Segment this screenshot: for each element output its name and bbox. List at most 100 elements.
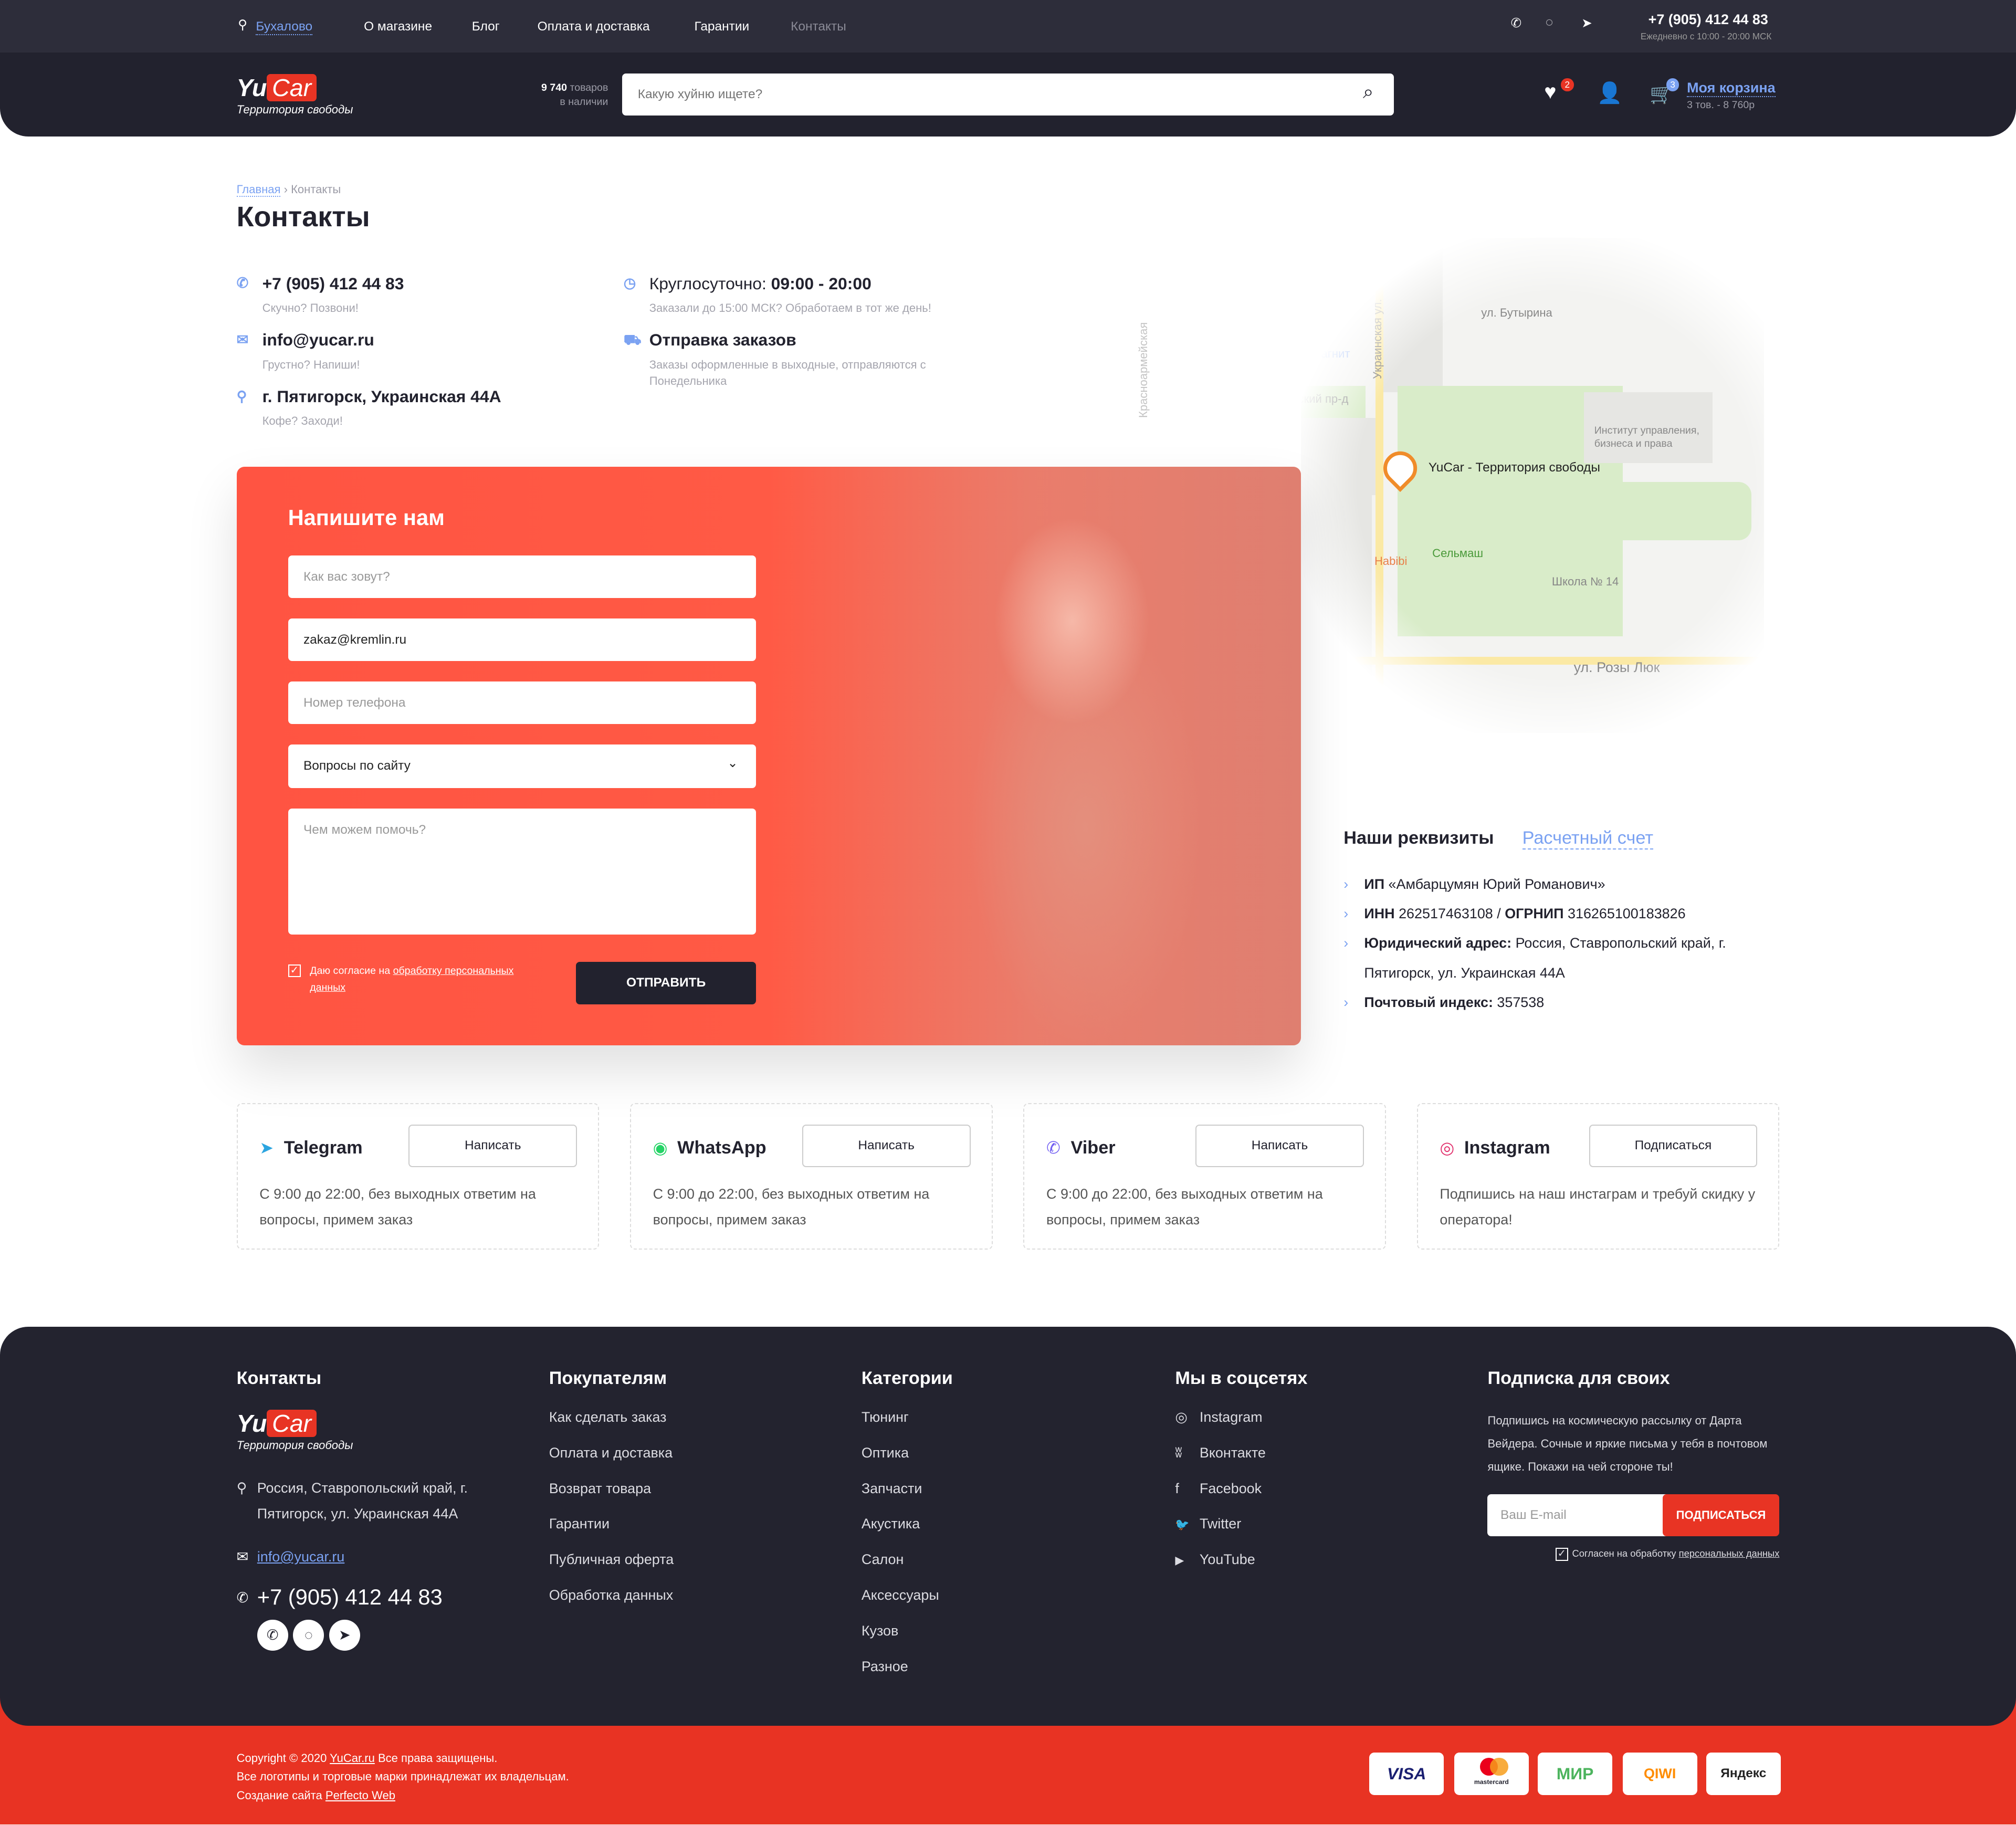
stock-count: 9 740 товаров в наличии xyxy=(541,82,608,108)
social-twitter[interactable]: 🐦 Twitter xyxy=(1175,1516,1307,1551)
twitter-icon: 🐦 xyxy=(1175,1518,1190,1532)
footer-link[interactable]: Гарантии xyxy=(549,1516,674,1551)
instagram-icon: ◎ xyxy=(1440,1138,1455,1157)
search-icon[interactable]: ⌕ xyxy=(1363,81,1374,103)
main-header: Yu Car Территория свободы 9 740 товаров в н… xyxy=(0,53,2016,137)
cart-link[interactable]: Моя корзина xyxy=(1687,80,1776,97)
subscribe-consent[interactable]: ✓ Согласен на обработку персональных данн… xyxy=(1487,1548,1779,1561)
subscribe-button[interactable]: ПОДПИСАТЬСЯ xyxy=(1662,1494,1780,1537)
nav-delivery[interactable]: Оплата и доставка xyxy=(538,19,650,34)
email-link[interactable]: info@yucar.ru xyxy=(262,330,374,349)
wishlist-icon[interactable]: ♥ xyxy=(1544,81,1556,104)
location-icon: ⚲ xyxy=(236,1480,247,1496)
footer-phone[interactable]: +7 (905) 412 44 83 xyxy=(257,1585,443,1609)
nav-blog[interactable]: Блог xyxy=(472,19,500,34)
footer-email[interactable]: info@yucar.ru xyxy=(257,1549,345,1565)
qiwi-logo: QIWI xyxy=(1622,1752,1697,1795)
header-hours: Ежедневно с 10:00 - 20:00 МСК xyxy=(1640,30,1772,41)
footer-link[interactable]: Публичная оферта xyxy=(549,1551,674,1587)
viber-icon[interactable]: ✆ xyxy=(1511,15,1522,31)
email-input[interactable]: zakaz@kremlin.ru xyxy=(288,618,756,661)
social-facebook[interactable]: f Facebook xyxy=(1175,1481,1307,1516)
copyright: Copyright © 2020 YuCar.ru Все права защи… xyxy=(236,1751,569,1802)
phone-input[interactable]: Номер телефона xyxy=(288,681,756,724)
category-link[interactable]: Кузов xyxy=(862,1623,953,1659)
mir-logo: МИР xyxy=(1538,1752,1613,1795)
user-icon[interactable]: 👤 xyxy=(1597,81,1623,105)
telegram-icon[interactable]: ➤ xyxy=(1581,15,1592,31)
header-phone[interactable]: +7 (905) 412 44 83 xyxy=(1648,12,1768,28)
logo[interactable]: Yu Car Территория свободы xyxy=(237,74,353,117)
map[interactable]: ул. Бутырина Майский пр-д Украинская ул.… xyxy=(1301,238,1764,733)
truck-icon: ⛟ xyxy=(623,331,642,348)
consent-checkbox[interactable]: ✓ Даю согласие на обработку персональных… xyxy=(288,963,552,997)
city-selector[interactable]: Бухалово xyxy=(256,19,313,35)
mail-icon: ✉ xyxy=(236,1549,249,1565)
contact-form: Напишите нам Как вас зовут? zakaz@kremli… xyxy=(236,466,1301,1046)
telegram-icon: ➤ xyxy=(259,1138,274,1157)
vk-icon: ʬ xyxy=(1175,1444,1182,1461)
tab-requisites[interactable]: Наши реквизиты xyxy=(1343,828,1494,848)
footer-logo[interactable]: Yu Car Территория свободы xyxy=(237,1409,507,1452)
contact-phone: ✆ +7 (905) 412 44 83 Скучно? Позвони! xyxy=(236,274,404,314)
telegram-write-button[interactable]: Написать xyxy=(408,1125,578,1168)
footer: Контакты Yu Car Территория свободы ⚲ Россия… xyxy=(0,1327,2016,1726)
footer-categories-title: Категории xyxy=(861,1368,953,1388)
footer-link[interactable]: Оплата и доставка xyxy=(549,1445,674,1481)
whatsapp-icon[interactable]: ◌ xyxy=(293,1620,324,1651)
page-title: Контакты xyxy=(236,201,370,233)
category-link[interactable]: Салон xyxy=(862,1551,953,1587)
checkbox-checked-icon[interactable]: ✓ xyxy=(1555,1548,1569,1561)
footer-contacts-title: Контакты xyxy=(236,1368,322,1388)
subscribe-email-input[interactable]: Ваш E-mail xyxy=(1487,1494,1668,1537)
cart-summary: 3 тов. - 8 760р xyxy=(1687,99,1755,111)
messenger-card-telegram: ➤ Telegram Написать С 9:00 до 22:00, без вы… xyxy=(236,1103,600,1250)
contact-address: ⚲ г. Пятигорск, Украинская 44А Кофе? Заход… xyxy=(236,387,501,428)
nav-about[interactable]: О магазине xyxy=(364,19,432,34)
message-textarea[interactable]: Чем можем помочь? xyxy=(288,809,756,935)
footer-link[interactable]: Обработка данных xyxy=(549,1587,674,1623)
developer-link[interactable]: Perfecto Web xyxy=(326,1789,395,1802)
viber-icon[interactable]: ✆ xyxy=(257,1620,288,1651)
whatsapp-write-button[interactable]: Написать xyxy=(802,1125,971,1168)
breadcrumb-home[interactable]: Главная xyxy=(236,182,281,197)
clock-icon: ◷ xyxy=(623,275,636,291)
telegram-icon[interactable]: ➤ xyxy=(329,1620,360,1651)
social-vk[interactable]: ʬ Вконтакте xyxy=(1175,1445,1307,1481)
footer-subscribe-title: Подписка для своих xyxy=(1487,1368,1670,1388)
category-link[interactable]: Тюнинг xyxy=(862,1409,953,1445)
map-marker-label: YuCar - Территория свободы xyxy=(1428,460,1601,475)
tab-bank-account[interactable]: Расчетный счет xyxy=(1522,828,1654,850)
footer-address: Россия, Ставропольский край, г. Пятигорс… xyxy=(257,1480,468,1522)
category-link[interactable]: Акустика xyxy=(862,1516,953,1551)
category-link[interactable]: Оптика xyxy=(862,1445,953,1481)
checkbox-checked-icon[interactable]: ✓ xyxy=(288,964,301,978)
viber-write-button[interactable]: Написать xyxy=(1195,1125,1364,1168)
search-input[interactable] xyxy=(622,73,1394,116)
name-input[interactable]: Как вас зовут? xyxy=(288,555,756,598)
submit-button[interactable]: ОТПРАВИТЬ xyxy=(576,961,756,1004)
mail-icon: ✉ xyxy=(236,331,249,348)
whatsapp-icon: ◉ xyxy=(653,1138,668,1157)
whatsapp-icon[interactable]: ◌ xyxy=(1546,15,1553,30)
social-youtube[interactable]: ▶ YouTube xyxy=(1175,1551,1307,1587)
category-link[interactable]: Разное xyxy=(862,1659,953,1694)
location-icon: ⚲ xyxy=(236,388,247,404)
nav-warranty[interactable]: Гарантии xyxy=(694,19,749,34)
footer-link[interactable]: Возврат товара xyxy=(549,1481,674,1516)
breadcrumb: Главная › Контакты xyxy=(236,182,341,197)
wishlist-badge: 2 xyxy=(1561,78,1574,91)
phone-link[interactable]: +7 (905) 412 44 83 xyxy=(262,274,404,293)
list-item: › ИП «Амбарцумян Юрий Романович» xyxy=(1343,876,1605,892)
category-link[interactable]: Аксессуары xyxy=(862,1587,953,1623)
model-photo xyxy=(776,466,1301,1046)
list-item: › ИНН 262517463108 / ОГРНИП 3162651001838… xyxy=(1343,905,1686,921)
nav-contacts[interactable]: Контакты xyxy=(791,19,846,34)
footer-link[interactable]: Как сделать заказ xyxy=(549,1409,674,1445)
topic-select[interactable]: Вопросы по сайту ⌄ xyxy=(288,744,756,789)
instagram-subscribe-button[interactable]: Подписаться xyxy=(1589,1125,1758,1168)
category-link[interactable]: Запчасти xyxy=(862,1481,953,1516)
viber-icon: ✆ xyxy=(1046,1138,1060,1157)
social-instagram[interactable]: ◎ Instagram xyxy=(1175,1409,1307,1445)
site-link[interactable]: YuCar.ru xyxy=(330,1751,375,1765)
